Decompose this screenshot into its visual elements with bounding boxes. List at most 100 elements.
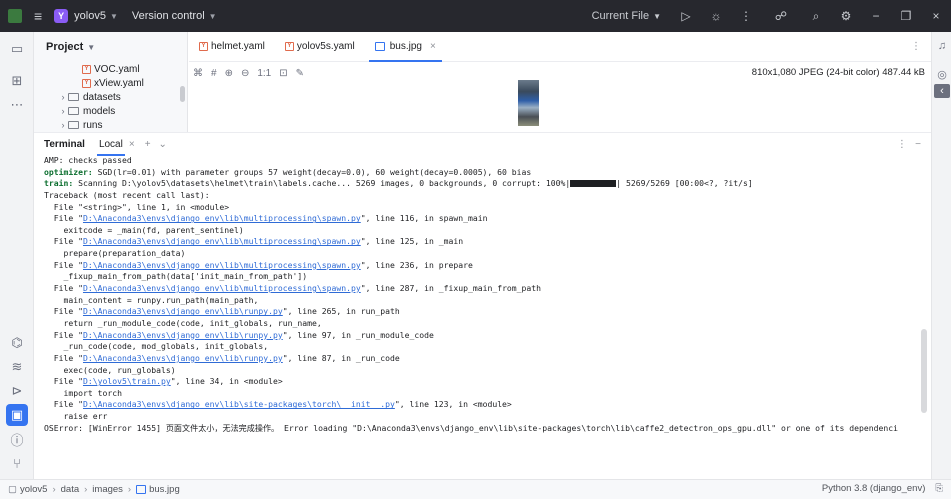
tree-item-xview-yaml[interactable]: Y xView.yaml — [34, 76, 187, 90]
tree-item-label: xView.yaml — [94, 77, 144, 89]
more-tabs-icon[interactable]: ⋮ — [911, 41, 921, 52]
layers-icon[interactable]: ≋ — [6, 356, 28, 378]
image-file-icon — [136, 485, 147, 494]
notifications-icon[interactable]: ♫ — [935, 40, 949, 52]
terminal-line: File "D:\yolov5\train.py", line 34, in <… — [44, 376, 931, 388]
chevron-right-icon[interactable]: › — [58, 120, 68, 130]
terminal-text: _fixup_main_from_path(data['init_main_fr… — [44, 271, 308, 282]
terminal-line: main_content = runpy.run_path(main_path, — [44, 295, 931, 307]
tab-bus-jpg[interactable]: bus.jpg × — [365, 31, 446, 62]
close-tab-icon[interactable]: × — [430, 41, 436, 52]
actual-size-button[interactable]: 1:1 — [257, 68, 271, 79]
terminal-text: File " — [44, 399, 83, 410]
breadcrumb-item[interactable]: data — [61, 484, 80, 495]
terminal-text: SGD(lr=0.01) with parameter groups 57 we… — [92, 166, 532, 177]
minimize-icon[interactable]: − — [861, 9, 891, 23]
project-scrollbar[interactable] — [180, 86, 185, 102]
code-with-me-icon[interactable]: ☍ — [761, 9, 801, 23]
settings-icon[interactable]: ⚙ — [831, 9, 861, 23]
search-icon[interactable]: ⌕ — [801, 9, 831, 24]
problems-icon[interactable]: ⓘ — [6, 428, 28, 450]
progress-bar — [570, 180, 617, 188]
run-console-icon[interactable]: ⊳ — [6, 380, 28, 402]
terminal-text: main_content = runpy.run_path(main_path, — [44, 294, 259, 305]
terminal-text: ", line 116, in spawn_main — [360, 213, 488, 224]
tree-item-label: runs — [83, 119, 103, 131]
file-path-link[interactable]: D:\Anaconda3\envs\django_env\lib\multipr… — [83, 213, 361, 223]
grid-icon[interactable]: # — [211, 68, 217, 79]
project-panel-title: Project — [46, 41, 84, 53]
terminal-tab-local[interactable]: Local — [96, 139, 125, 156]
chevron-right-icon[interactable]: › — [58, 92, 68, 102]
terminal-tool-icon[interactable]: ▣ — [6, 404, 28, 426]
file-path-link[interactable]: D:\Anaconda3\envs\django_env\lib\runpy.p… — [83, 353, 283, 363]
more-tools-icon[interactable]: ⋯ — [6, 94, 28, 116]
terminal-options-icon[interactable]: ⋮ − — [897, 139, 921, 150]
main-menu-icon[interactable]: ≡ — [34, 8, 42, 24]
project-badge: Y — [54, 9, 69, 23]
new-terminal-icon[interactable]: + — [145, 139, 151, 150]
terminal-line: File "D:\Anaconda3\envs\django_env\lib\r… — [44, 330, 931, 342]
transparency-grid-icon[interactable]: ⌘ — [193, 68, 203, 79]
breadcrumb-item[interactable]: bus.jpg — [149, 484, 180, 495]
tab-helmet-yaml[interactable]: Y helmet.yaml — [189, 31, 275, 61]
file-path-link[interactable]: D:\Anaconda3\envs\django_env\lib\multipr… — [83, 236, 361, 246]
image-info: 810x1,080 JPEG (24-bit color) 487.44 kB — [751, 67, 925, 78]
terminal-line: Traceback (most recent call last): — [44, 190, 931, 202]
close-icon[interactable]: × — [921, 9, 951, 23]
color-picker-icon[interactable]: ✎ — [296, 68, 304, 79]
project-tool-icon[interactable]: ▭ — [6, 38, 28, 60]
folder-icon — [68, 93, 79, 101]
breadcrumb-item[interactable]: images — [92, 484, 123, 495]
file-path-link[interactable]: D:\Anaconda3\envs\django_env\lib\multipr… — [83, 260, 361, 270]
collapse-panel-icon[interactable]: ‹ — [934, 84, 950, 98]
tab-yolov5s-yaml[interactable]: Y yolov5s.yaml — [275, 31, 365, 61]
vcs-widget[interactable]: Version control — [132, 10, 205, 22]
terminal-text: ", line 87, in _run_code — [282, 352, 400, 363]
breadcrumb-item[interactable]: yolov5 — [20, 484, 47, 495]
file-path-link[interactable]: D:\Anaconda3\envs\django_env\lib\runpy.p… — [83, 330, 283, 340]
python-interpreter[interactable]: Python 3.8 (django_env) — [822, 483, 926, 494]
close-terminal-tab-icon[interactable]: × — [129, 139, 135, 150]
debug-icon[interactable]: ☼ — [701, 9, 731, 23]
terminal-line: exec(code, run_globals) — [44, 365, 931, 377]
app-logo-icon — [8, 9, 22, 23]
git-icon[interactable]: ⑂ — [6, 452, 28, 474]
python-packages-icon[interactable]: ⌬ — [6, 332, 28, 354]
structure-tool-icon[interactable]: ⊞ — [6, 70, 28, 92]
ai-assistant-icon[interactable]: ◎ — [935, 68, 949, 81]
terminal-line: import torch — [44, 388, 931, 400]
terminal-line: File "D:\Anaconda3\envs\django_env\lib\s… — [44, 399, 931, 411]
file-path-link[interactable]: D:\Anaconda3\envs\django_env\lib\site-pa… — [83, 399, 395, 409]
terminal-line: raise err — [44, 411, 931, 423]
terminal-text: ", line 265, in run_path — [282, 306, 400, 317]
tree-item-runs[interactable]: › runs — [34, 118, 187, 132]
restore-icon[interactable]: ❐ — [891, 9, 921, 23]
project-switcher[interactable]: yolov5 — [74, 10, 106, 22]
chevron-down-icon: ▼ — [109, 11, 118, 21]
terminal-scrollbar[interactable] — [921, 329, 927, 413]
chevron-down-icon[interactable]: ⌄ — [159, 139, 167, 150]
right-tool-strip: ♫ ◎ ‹ — [931, 32, 951, 479]
editor-area: Y helmet.yaml Y yolov5s.yaml bus.jpg × ⋮… — [189, 32, 931, 132]
terminal-title: Terminal — [44, 138, 85, 150]
lock-icon[interactable]: ⎘ — [935, 483, 943, 494]
terminal-line: optimizer: SGD(lr=0.01) with parameter g… — [44, 167, 931, 179]
file-path-link[interactable]: D:\yolov5\train.py — [83, 376, 171, 386]
terminal-text: ", line 97, in _run_module_code — [282, 329, 434, 340]
run-icon[interactable]: ▷ — [671, 9, 701, 23]
more-actions-icon[interactable]: ⋮ — [731, 9, 761, 23]
file-path-link[interactable]: D:\Anaconda3\envs\django_env\lib\multipr… — [83, 283, 361, 293]
terminal-output[interactable]: AMP: checks passed optimizer: SGD(lr=0.01… — [34, 155, 931, 480]
run-config-selector[interactable]: Current File — [592, 10, 649, 22]
fit-zoom-icon[interactable]: ⊡ — [279, 68, 287, 79]
tab-label: bus.jpg — [389, 40, 422, 52]
tree-item-models[interactable]: › models — [34, 104, 187, 118]
project-panel-header[interactable]: Project ▼ — [34, 32, 187, 62]
tree-item-voc-yaml[interactable]: Y VOC.yaml — [34, 62, 187, 76]
tree-item-datasets[interactable]: › datasets — [34, 90, 187, 104]
zoom-out-icon[interactable]: ⊖ — [241, 68, 249, 79]
file-path-link[interactable]: D:\Anaconda3\envs\django_env\lib\runpy.p… — [83, 306, 283, 316]
chevron-right-icon[interactable]: › — [58, 106, 68, 116]
zoom-in-icon[interactable]: ⊕ — [225, 68, 233, 79]
